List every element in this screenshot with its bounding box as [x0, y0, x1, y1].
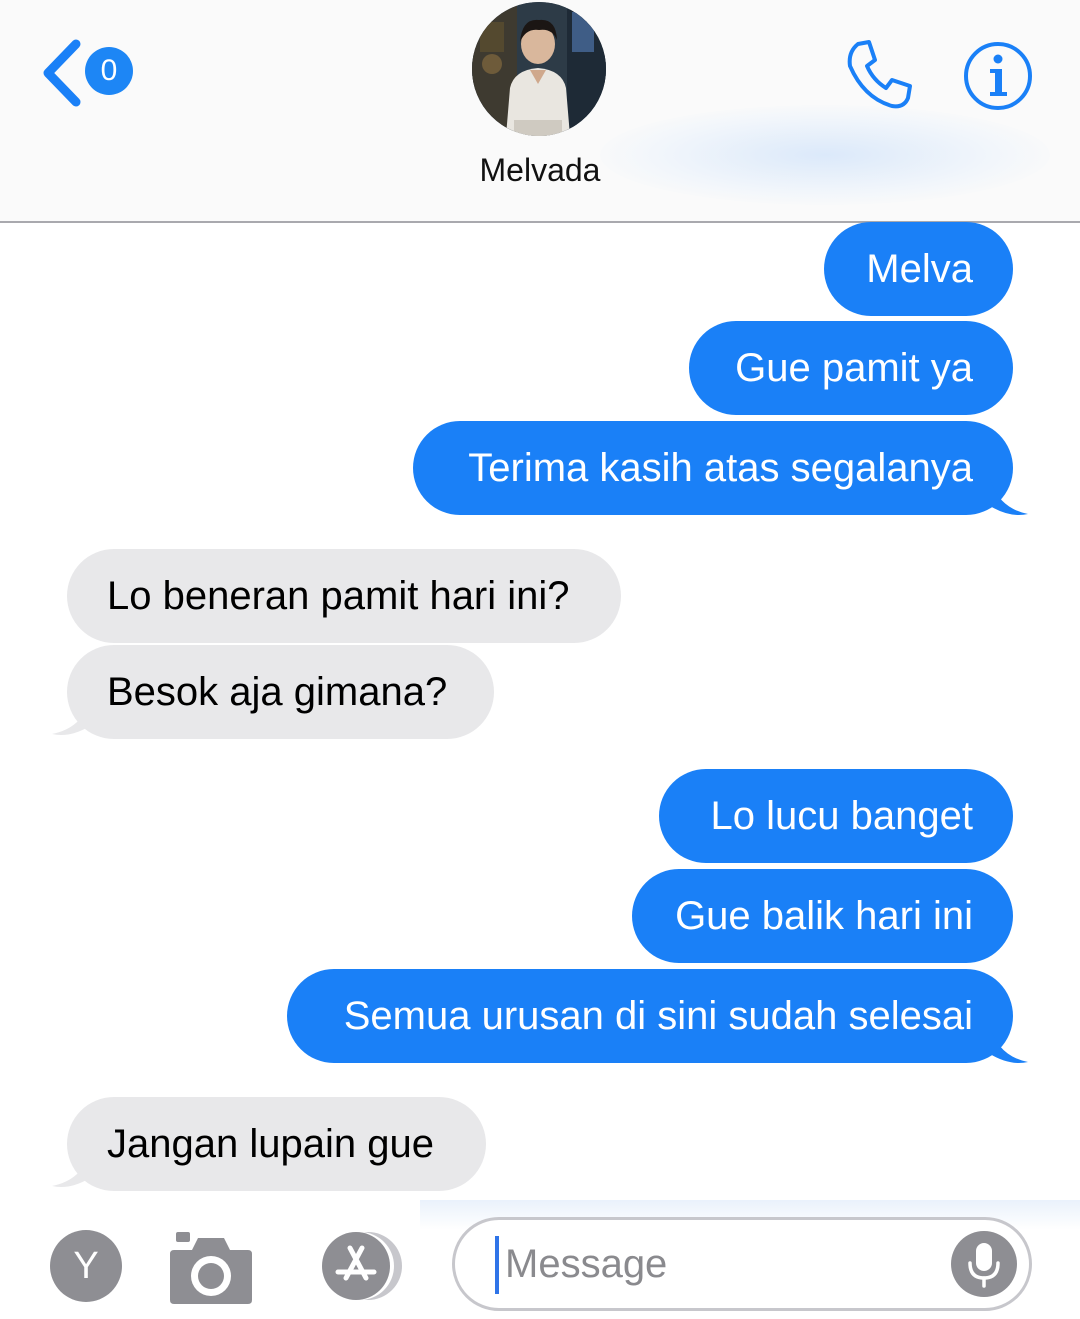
avatar-photo	[472, 2, 606, 136]
app-drawer-button[interactable]: Y	[50, 1230, 122, 1302]
outgoing-message[interactable]: Melva	[824, 222, 1013, 316]
contact-avatar[interactable]	[472, 2, 606, 136]
bubble-tail	[990, 1026, 1028, 1063]
message-input[interactable]: Message	[452, 1217, 1032, 1311]
outgoing-message[interactable]: Semua urusan di sini sudah selesai	[287, 969, 1013, 1063]
text-caret	[495, 1236, 499, 1294]
chevron-left-icon	[43, 39, 81, 107]
outgoing-message[interactable]: Terima kasih atas segalanya	[413, 421, 1013, 515]
messages-screen: 0 Melvada Melva Gue pamit ya Terima kasi…	[0, 0, 1080, 1319]
input-bar: Y Message	[0, 1200, 1080, 1319]
microphone-button[interactable]	[951, 1231, 1017, 1297]
microphone-icon	[968, 1243, 1000, 1288]
back-button[interactable]: 0	[40, 38, 140, 108]
contact-name[interactable]: Melvada	[390, 152, 690, 189]
outgoing-message[interactable]: Lo lucu banget	[659, 769, 1013, 863]
unread-count-badge: 0	[85, 47, 133, 95]
camera-icon[interactable]	[168, 1230, 254, 1306]
info-icon[interactable]	[962, 40, 1034, 112]
incoming-message[interactable]: Jangan lupain gue	[67, 1097, 486, 1191]
bubble-tail	[52, 700, 90, 735]
bubble-tail	[990, 478, 1028, 515]
outgoing-message[interactable]: Gue pamit ya	[689, 321, 1013, 415]
incoming-message[interactable]: Besok aja gimana?	[67, 645, 494, 739]
outgoing-message[interactable]: Gue balik hari ini	[632, 869, 1013, 963]
phone-icon[interactable]	[842, 38, 918, 114]
conversation-header: 0 Melvada	[0, 0, 1080, 223]
app-store-icon[interactable]	[308, 1230, 408, 1302]
bubble-tail	[52, 1152, 90, 1187]
incoming-message[interactable]: Lo beneran pamit hari ini?	[67, 549, 621, 643]
message-placeholder: Message	[505, 1242, 668, 1286]
